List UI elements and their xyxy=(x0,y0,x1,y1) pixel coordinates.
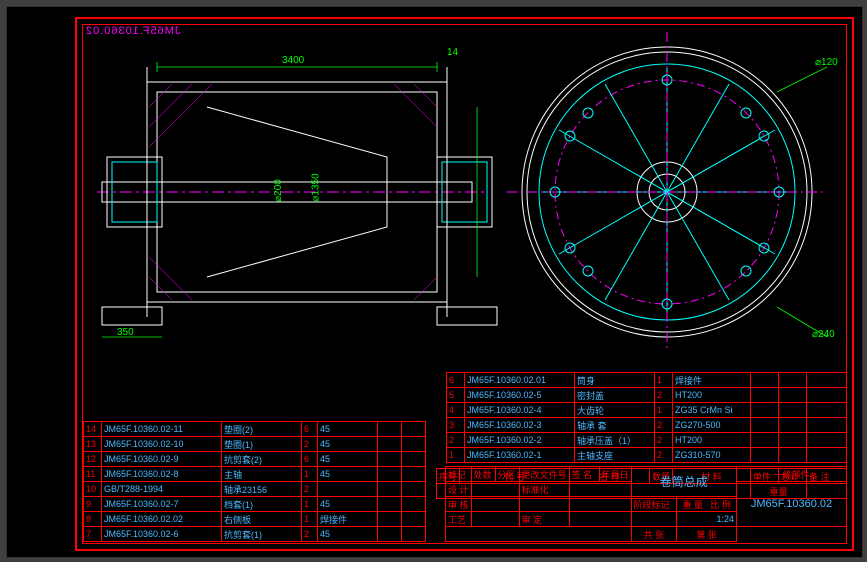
table-row: 1JM65F.10360.02-1主轴支座2ZG310-570 xyxy=(447,448,847,463)
tb-std: 标准化 xyxy=(519,482,569,497)
table-row: 7JM65F.10360.02-6抗剪套(1)245 xyxy=(84,527,426,542)
table-row: 10GB/T288-1994轴承231562 xyxy=(84,482,426,497)
dim-section-arrow: 14 xyxy=(447,47,458,58)
dim-base-width: 350 xyxy=(117,327,134,338)
title-drawing-no: JM65F.10360.02 xyxy=(737,482,847,527)
dim-drum-dia: ⌀1350 xyxy=(311,173,322,201)
table-row: 2JM65F.10360.02-2轴承压盖（1）2HT200 xyxy=(447,433,847,448)
tb-scale: 比 例 xyxy=(710,500,731,510)
classification: 一级部件 xyxy=(737,467,847,482)
table-row: 3JM65F.10360.02-3轴承 套2ZG270-500 xyxy=(447,418,847,433)
dim-wheel-d2: ⌀240 xyxy=(812,329,835,340)
table-row: 12JM65F.10360.02-9抗剪套(2)645 xyxy=(84,452,426,467)
tb-check: 审 核 xyxy=(446,497,472,512)
tb-sig: 签 名 xyxy=(569,467,599,482)
table-row: 11JM65F.10360.02-8主轴145 xyxy=(84,467,426,482)
table-row: 14JM65F.10360.02-11垫圈(2)645 xyxy=(84,422,426,437)
tb-design: 设 计 xyxy=(446,482,472,497)
tb-zone: 处数 xyxy=(471,467,495,482)
tb-mark: 标记 xyxy=(446,467,472,482)
tb-date: 年月日 xyxy=(599,467,631,482)
parts-list-left: 14JM65F.10360.02-11垫圈(2)64513JM65F.10360… xyxy=(83,421,426,542)
tb-mass: 重 量 xyxy=(682,500,703,510)
tb-page: 第 张 xyxy=(677,527,737,542)
dim-wheel-d1: ⌀120 xyxy=(815,57,838,68)
table-row: 9JM65F.10360.02-7档套(1)145 xyxy=(84,497,426,512)
dim-length: 3400 xyxy=(282,55,304,66)
table-row: 5JM65F.10360.02-5密封盖2HT200 xyxy=(447,388,847,403)
tb-sheet: 共 张 xyxy=(631,527,677,542)
dim-shaft-dia: ⌀200 xyxy=(273,179,284,202)
tb-stage: 阶段标记 xyxy=(631,497,677,512)
title-block: 标记 处数 分区 更改文件号 签 名 年月日 卷筒总成 一级部件 设 计 标准化… xyxy=(445,466,847,542)
assembly-name: 卷筒总成 xyxy=(631,467,736,497)
cad-canvas[interactable]: JM65F.10360.02 xyxy=(6,6,863,558)
tb-rev: 分区 xyxy=(495,467,519,482)
table-row: 4JM65F.10360.02-4大齿轮1ZG35 CrMn Si xyxy=(447,403,847,418)
tb-appr: 审 定 xyxy=(519,512,569,527)
parts-list-upper: 6JM65F.10360.02.01筒身1焊接件5JM65F.10360.02-… xyxy=(446,372,847,463)
mirrored-drawing-number: JM65F.10360.02 xyxy=(85,25,180,37)
tb-scale-val: 1:24 xyxy=(677,512,737,527)
table-row: 6JM65F.10360.02.01筒身1焊接件 xyxy=(447,373,847,388)
table-row: 8JM65F.10360.02.02右侧板1焊接件 xyxy=(84,512,426,527)
table-row: 13JM65F.10360.02-10垫圈(1)245 xyxy=(84,437,426,452)
tb-proc: 工艺 xyxy=(446,512,472,527)
tb-change: 更改文件号 xyxy=(519,467,569,482)
